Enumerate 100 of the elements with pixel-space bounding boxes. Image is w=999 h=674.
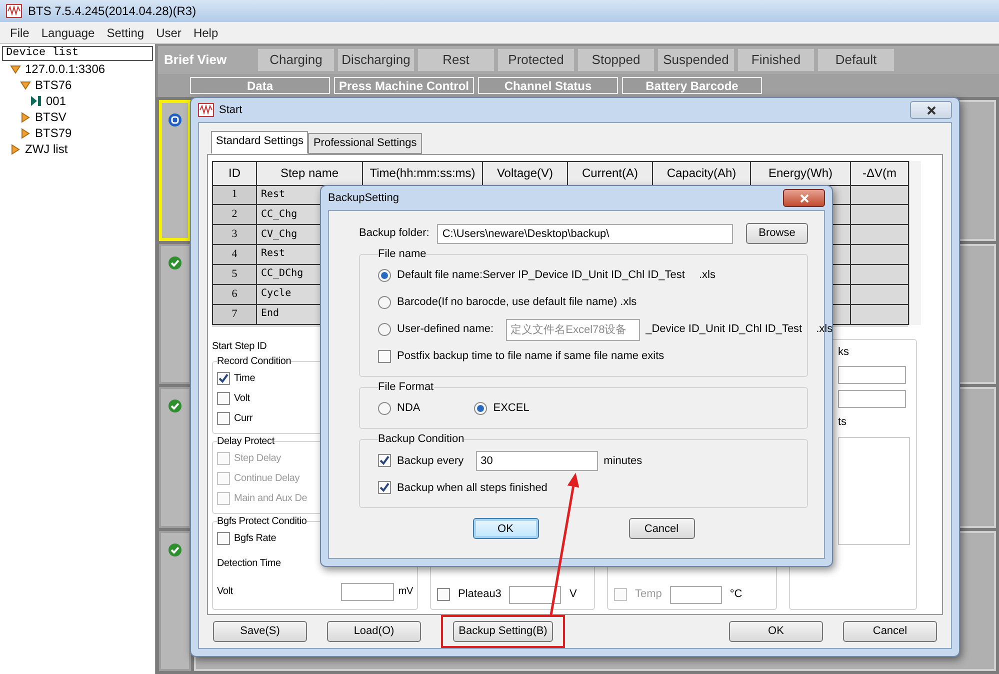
pattern-label: _Device ID_Unit ID_Chl ID_Test bbox=[646, 322, 802, 338]
channel-status-cell[interactable] bbox=[159, 530, 191, 671]
close-button[interactable] bbox=[783, 189, 825, 207]
window-title: BTS 7.5.4.245(2014.04.28)(R3) bbox=[28, 3, 196, 20]
value-input[interactable] bbox=[838, 390, 906, 408]
column-header: Voltage(V) bbox=[482, 161, 568, 185]
tree-item[interactable]: BTS76 bbox=[12, 77, 153, 93]
menu-item[interactable]: Help bbox=[189, 24, 222, 42]
browse-button[interactable]: Browse bbox=[746, 223, 808, 244]
field-label: Detection Time bbox=[217, 557, 281, 571]
checkbox[interactable] bbox=[217, 372, 230, 385]
filter-button[interactable]: Discharging bbox=[338, 49, 414, 71]
group-title: Backup Condition bbox=[378, 433, 464, 446]
filter-button[interactable]: Protected bbox=[498, 49, 574, 71]
checkbox-label: Postfix backup time to file name if same file name exits bbox=[397, 349, 664, 364]
column-header: ID bbox=[212, 161, 256, 185]
field-label: Start Step ID bbox=[212, 340, 267, 354]
checkbox-label: Plateau3 bbox=[458, 587, 502, 602]
unit-icon bbox=[30, 95, 42, 107]
menu-item[interactable]: User bbox=[152, 24, 186, 42]
tree-item[interactable]: BTSV bbox=[12, 109, 153, 125]
tree-item[interactable]: ZWJ list bbox=[2, 141, 153, 157]
dialog-button[interactable]: Save(S) bbox=[213, 621, 307, 642]
radio-button[interactable] bbox=[474, 402, 488, 416]
field-label: ts bbox=[838, 415, 848, 430]
group-title: File Format bbox=[378, 381, 434, 394]
channel-status-cell[interactable] bbox=[159, 387, 191, 528]
checkbox-label: Continue Delay bbox=[234, 472, 300, 486]
interval-input[interactable]: 30 bbox=[476, 450, 598, 471]
filter-button[interactable]: Charging bbox=[258, 49, 334, 71]
filter-button[interactable]: Default bbox=[818, 49, 894, 71]
dialog-button[interactable]: Cancel bbox=[843, 621, 937, 642]
dialog-button[interactable]: Backup Setting(B) bbox=[453, 621, 553, 642]
value-input[interactable] bbox=[509, 586, 562, 604]
close-button[interactable] bbox=[910, 101, 952, 119]
column-header: -ΔV(m bbox=[850, 161, 908, 185]
group-title: Delay Protect bbox=[217, 436, 274, 446]
table-cell: 5 bbox=[212, 264, 256, 284]
radio-label: Barcode(If no barocde, use default file name) .xls bbox=[397, 295, 637, 310]
checkbox[interactable] bbox=[437, 588, 450, 601]
menu-item[interactable]: Language bbox=[37, 24, 99, 42]
radio-label: User-defined name: bbox=[397, 322, 494, 338]
volt-input[interactable] bbox=[341, 582, 394, 600]
tab[interactable]: Professional Settings bbox=[308, 133, 422, 154]
group-title: Record Condition bbox=[217, 356, 292, 366]
filter-button[interactable]: Stopped bbox=[578, 49, 654, 71]
column-header: Energy(Wh) bbox=[750, 161, 850, 185]
table-cell: 4 bbox=[212, 244, 256, 264]
tab[interactable]: Standard Settings bbox=[211, 131, 308, 154]
radio-button[interactable] bbox=[378, 269, 391, 282]
group-title: File name bbox=[378, 248, 426, 260]
dialog-button[interactable]: Cancel bbox=[628, 518, 694, 540]
value-input[interactable] bbox=[670, 586, 722, 604]
check-circle-icon bbox=[168, 399, 182, 413]
checkbox[interactable] bbox=[217, 392, 230, 405]
channel-status-cell[interactable] bbox=[159, 244, 191, 384]
filter-button[interactable]: Rest bbox=[418, 49, 494, 71]
app-logo-icon bbox=[198, 103, 214, 117]
check-circle-icon bbox=[168, 256, 182, 270]
filter-bar-title: Brief View bbox=[163, 51, 228, 70]
column-header: Current(A) bbox=[568, 161, 652, 185]
checkbox-label: Time bbox=[234, 372, 256, 386]
filter-button[interactable]: Finished bbox=[738, 49, 814, 71]
dialog-button[interactable]: OK bbox=[729, 621, 823, 642]
radio-button[interactable] bbox=[378, 402, 391, 416]
unit-label: °C bbox=[730, 587, 742, 602]
radio-button[interactable] bbox=[378, 323, 391, 336]
unit-label: mV bbox=[398, 585, 413, 599]
checkbox[interactable] bbox=[378, 350, 391, 364]
scrollbar[interactable] bbox=[909, 160, 921, 324]
folder-input[interactable]: C:\Users\neware\Desktop\backup\ bbox=[437, 224, 734, 244]
filter-button[interactable]: Suspended bbox=[658, 49, 734, 71]
column-header: Step name bbox=[256, 161, 362, 185]
extension-label: .xls bbox=[698, 268, 716, 284]
radio-label: NDA bbox=[397, 401, 420, 416]
close-icon bbox=[926, 104, 936, 116]
tree-item[interactable]: 001 bbox=[22, 93, 153, 109]
column-header: Capacity(Ah) bbox=[652, 161, 750, 185]
dialog-button[interactable]: OK bbox=[472, 518, 538, 540]
checkbox[interactable] bbox=[217, 412, 230, 425]
field-label: Volt bbox=[217, 585, 233, 599]
radio-button[interactable] bbox=[378, 296, 391, 310]
checkbox[interactable] bbox=[378, 481, 391, 494]
table-cell: 2 bbox=[212, 204, 256, 225]
menu-item[interactable]: File bbox=[6, 24, 34, 42]
checkbox[interactable] bbox=[217, 532, 230, 545]
value-input[interactable] bbox=[838, 366, 906, 384]
tree-item[interactable]: 127.0.0.1:3306 bbox=[2, 61, 153, 77]
checkbox-label: Step Delay bbox=[234, 452, 281, 466]
checkbox-label: Temp bbox=[635, 587, 662, 602]
checkbox-label: Backup when all steps finished bbox=[397, 480, 548, 496]
unit-label: minutes bbox=[604, 454, 642, 469]
dialog-button[interactable]: Load(O) bbox=[327, 621, 421, 642]
checkbox[interactable] bbox=[378, 454, 391, 468]
menu-item[interactable]: Setting bbox=[102, 24, 148, 42]
tree-item[interactable]: BTS79 bbox=[12, 125, 153, 141]
status-ring-icon bbox=[168, 113, 182, 127]
panel-title: Device list bbox=[2, 46, 153, 61]
extension-label: .xls bbox=[816, 322, 833, 338]
column-header: Time(hh:mm:ss:ms) bbox=[362, 161, 482, 185]
